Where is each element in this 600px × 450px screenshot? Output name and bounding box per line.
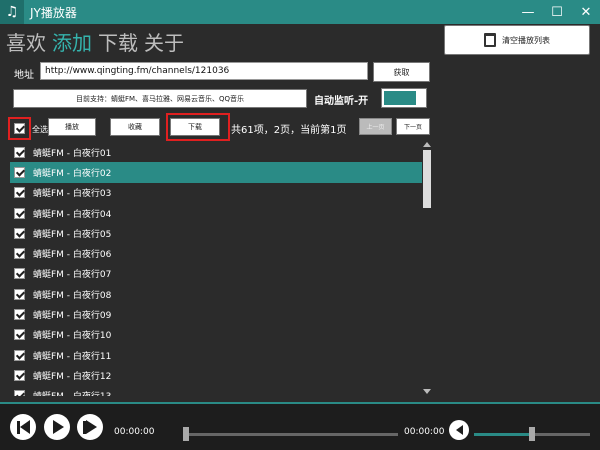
track-row[interactable]: 蜻蜓FM - 白夜行04 — [10, 203, 422, 223]
track-title: 蜻蜓FM - 白夜行13 — [33, 389, 111, 396]
nav-item-about[interactable]: 关于 — [144, 27, 184, 56]
play-triangle — [53, 420, 64, 434]
track-checkbox[interactable] — [14, 349, 25, 361]
nav-item-add[interactable]: 添加 — [52, 27, 92, 56]
track-title: 蜻蜓FM - 白夜行06 — [33, 250, 112, 261]
track-checkbox[interactable] — [14, 166, 25, 178]
track-checkbox[interactable] — [14, 268, 25, 280]
nav-item-download[interactable]: 下载 — [98, 27, 138, 56]
address-input[interactable]: http://www.qingting.fm/channels/121036 — [40, 62, 368, 80]
skip-previous-icon[interactable] — [10, 414, 36, 440]
track-row[interactable]: 蜻蜓FM - 白夜行12 — [10, 365, 422, 385]
track-row[interactable]: 蜻蜓FM - 白夜行05 — [10, 223, 422, 243]
next-triangle — [86, 420, 97, 434]
track-checkbox[interactable] — [14, 288, 25, 300]
track-checkbox[interactable] — [14, 248, 25, 260]
play-icon[interactable] — [44, 414, 70, 440]
track-checkbox[interactable] — [14, 146, 25, 158]
address-label: 地址 — [14, 70, 34, 81]
select-all-highlight[interactable] — [8, 117, 31, 140]
track-row[interactable]: 蜻蜓FM - 白夜行09 — [10, 304, 422, 324]
track-title: 蜻蜓FM - 白夜行01 — [33, 148, 112, 159]
auto-monitor-toggle[interactable] — [381, 88, 427, 108]
track-row[interactable]: 蜻蜓FM - 白夜行01 — [10, 142, 422, 162]
track-row[interactable]: 蜻蜓FM - 白夜行13 — [10, 386, 422, 396]
speaker-shape — [455, 425, 463, 435]
next-page-button[interactable]: 下一页 — [396, 118, 430, 135]
track-checkbox[interactable] — [14, 227, 25, 239]
main-nav: 喜欢 添加 下载 关于 — [6, 27, 184, 56]
scroll-down-arrow[interactable] — [423, 389, 431, 394]
track-title: 蜻蜓FM - 白夜行03 — [33, 189, 112, 200]
track-checkbox[interactable] — [14, 329, 25, 341]
track-row[interactable]: 蜻蜓FM - 白夜行03 — [10, 183, 422, 203]
maximize-button[interactable]: ☐ — [543, 0, 571, 24]
volume-thumb[interactable] — [529, 427, 535, 441]
track-title: 蜻蜓FM - 白夜行08 — [33, 290, 112, 301]
track-checkbox[interactable] — [14, 390, 25, 396]
track-row[interactable]: 蜻蜓FM - 白夜行06 — [10, 243, 422, 263]
track-row[interactable]: 蜻蜓FM - 白夜行02 — [10, 162, 422, 183]
track-title: 蜻蜓FM - 白夜行11 — [33, 351, 112, 362]
track-title: 蜻蜓FM - 白夜行12 — [33, 371, 112, 382]
progress-track[interactable] — [186, 433, 398, 436]
total-time: 00:00:00 — [404, 427, 445, 437]
current-time: 00:00:00 — [114, 427, 155, 437]
page-info: 共61项，2页，当前第1页 — [231, 125, 347, 136]
clear-playlist-label: 清空播放列表 — [502, 35, 550, 45]
player-bar: 00:00:00 00:00:00 — [0, 404, 600, 450]
track-title: 蜻蜓FM - 白夜行05 — [33, 229, 112, 240]
track-checkbox[interactable] — [14, 207, 25, 219]
scroll-thumb[interactable] — [423, 150, 431, 208]
title-bar: ♫ JY播放器 — ☐ ✕ — [0, 0, 600, 24]
favorite-button[interactable]: 收藏 — [110, 118, 160, 136]
window-title: JY播放器 — [30, 5, 77, 20]
nav-item-like[interactable]: 喜欢 — [6, 27, 46, 56]
track-row[interactable]: 蜻蜓FM - 白夜行08 — [10, 284, 422, 304]
volume-fill — [474, 433, 532, 436]
list-scrollbar[interactable] — [422, 142, 432, 396]
track-list: 蜻蜓FM - 白夜行01 蜻蜓FM - 白夜行02 蜻蜓FM - 白夜行03 蜻蜓FM… — [10, 142, 422, 396]
prev-triangle — [19, 420, 30, 434]
track-title: 蜻蜓FM - 白夜行02 — [33, 168, 112, 179]
track-title: 蜻蜓FM - 白夜行04 — [33, 209, 112, 220]
auto-monitor-label: 自动监听-开 — [314, 96, 369, 107]
track-checkbox[interactable] — [14, 369, 25, 381]
progress-thumb[interactable] — [183, 427, 189, 441]
scroll-up-arrow[interactable] — [423, 142, 431, 147]
fetch-button[interactable]: 获取 — [373, 62, 430, 82]
play-button[interactable]: 播放 — [48, 118, 96, 136]
toggle-fill — [384, 91, 416, 105]
supported-sources-banner: 目前支持：蜻蜓FM、喜马拉雅、网易云音乐、QQ音乐 — [13, 89, 307, 108]
close-button[interactable]: ✕ — [572, 0, 600, 24]
download-highlight-box — [166, 113, 230, 141]
track-row[interactable]: 蜻蜓FM - 白夜行07 — [10, 264, 422, 284]
minimize-button[interactable]: — — [514, 0, 542, 24]
track-title: 蜻蜓FM - 白夜行09 — [33, 311, 112, 322]
select-all-checkbox[interactable] — [14, 123, 25, 134]
track-row[interactable]: 蜻蜓FM - 白夜行11 — [10, 345, 422, 365]
trash-icon — [484, 33, 496, 47]
prev-page-button[interactable]: 上一页 — [359, 118, 392, 135]
speaker-icon[interactable] — [449, 420, 469, 440]
select-all-label: 全选 — [32, 125, 48, 134]
track-row[interactable]: 蜻蜓FM - 白夜行10 — [10, 325, 422, 345]
clear-playlist-button[interactable]: 清空播放列表 — [444, 25, 590, 55]
music-note-icon: ♫ — [0, 0, 24, 24]
track-title: 蜻蜓FM - 白夜行10 — [33, 331, 112, 342]
skip-next-icon[interactable] — [77, 414, 103, 440]
track-checkbox[interactable] — [14, 187, 25, 199]
track-checkbox[interactable] — [14, 309, 25, 321]
track-title: 蜻蜓FM - 白夜行07 — [33, 270, 112, 281]
